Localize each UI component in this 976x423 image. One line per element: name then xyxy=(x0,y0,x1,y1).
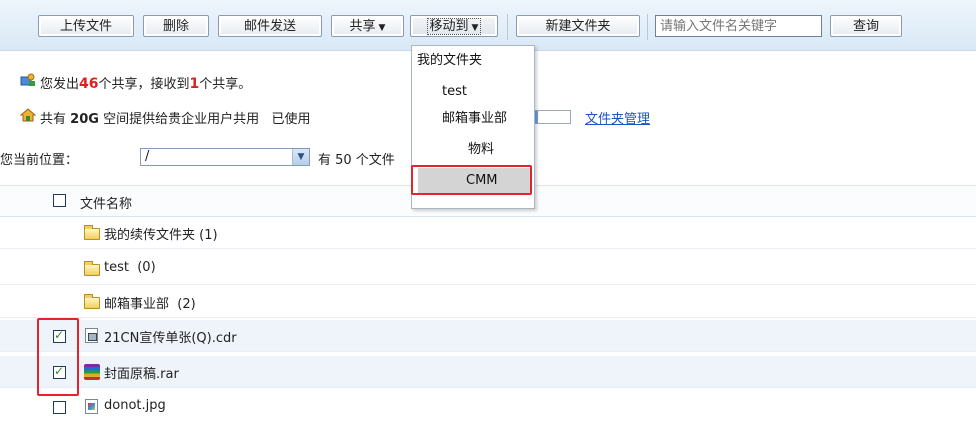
cdr-file-icon xyxy=(85,328,98,343)
move-to-dropdown-button[interactable]: 移动到 ▼ xyxy=(410,15,498,37)
folder-name[interactable]: 我的续传文件夹 (1) xyxy=(104,224,218,243)
file-count: 有 50 个文件 xyxy=(318,153,395,168)
new-folder-button[interactable]: 新建文件夹 xyxy=(516,15,640,37)
chevron-down-icon: ▼ xyxy=(471,23,479,33)
house-icon xyxy=(20,108,36,122)
file-name[interactable]: 21CN宣传单张(Q).cdr xyxy=(104,327,237,346)
folder-name[interactable]: 邮箱事业部 (2) xyxy=(104,293,196,312)
email-send-button[interactable]: 邮件发送 xyxy=(218,15,322,37)
menu-highlight-box xyxy=(411,165,532,195)
file-checkbox[interactable] xyxy=(53,401,66,414)
folder-icon xyxy=(84,261,100,276)
menu-item-test[interactable]: test xyxy=(412,79,564,105)
folder-row[interactable]: 我的续传文件夹 (1) xyxy=(0,217,976,249)
image-file-icon xyxy=(85,399,98,414)
folder-icon xyxy=(84,225,100,240)
share-user-icon xyxy=(20,73,35,86)
folder-row[interactable]: test (0) xyxy=(0,253,976,285)
folder-row[interactable]: 邮箱事业部 (2) xyxy=(0,286,976,318)
checkbox-highlight-box xyxy=(37,318,79,396)
menu-item-mailbox-division[interactable]: 邮箱事业部 xyxy=(412,106,564,132)
share-summary: 您发出46个共享，接收到1个共享。 xyxy=(40,76,252,92)
toolbar: 上传文件 删除 邮件发送 共享▼ 移动到▼ 新建文件夹 查询 xyxy=(0,0,976,51)
toolbar-divider xyxy=(507,14,508,40)
search-button[interactable]: 查询 xyxy=(830,15,902,37)
location-label: 您当前位置： xyxy=(0,153,79,168)
delete-button[interactable]: 删除 xyxy=(143,15,209,37)
file-row[interactable]: 21CN宣传单张(Q).cdr xyxy=(0,320,976,352)
file-name[interactable]: 封面原稿.rar xyxy=(104,363,179,382)
chevron-down-icon: ▼ xyxy=(378,23,386,33)
search-input[interactable] xyxy=(655,15,822,37)
path-select[interactable]: / ▼ xyxy=(140,148,310,166)
received-share-count: 1 xyxy=(189,76,200,92)
menu-item-materials[interactable]: 物料 xyxy=(412,137,590,163)
toolbar-divider xyxy=(647,14,648,40)
select-all-checkbox[interactable] xyxy=(53,194,66,207)
share-dropdown-button[interactable]: 共享 ▼ xyxy=(331,15,404,37)
upload-button[interactable]: 上传文件 xyxy=(38,15,134,37)
file-row[interactable]: donot.jpg xyxy=(0,391,976,423)
sent-share-count: 46 xyxy=(79,76,99,92)
folder-manage-link[interactable]: 文件夹管理 xyxy=(585,108,650,127)
space-summary: 共有 20G 空间提供给贵企业用户共用 已使用 xyxy=(40,112,311,127)
column-file-name: 文件名称 xyxy=(80,197,133,212)
file-row[interactable]: 封面原稿.rar xyxy=(0,356,976,388)
chevron-down-icon: ▼ xyxy=(292,149,309,165)
folder-name[interactable]: test (0) xyxy=(104,260,156,275)
file-name[interactable]: donot.jpg xyxy=(104,398,166,413)
menu-item-my-folder[interactable]: 我的文件夹 xyxy=(412,48,539,74)
rar-archive-icon xyxy=(84,364,100,380)
folder-icon xyxy=(84,294,100,309)
